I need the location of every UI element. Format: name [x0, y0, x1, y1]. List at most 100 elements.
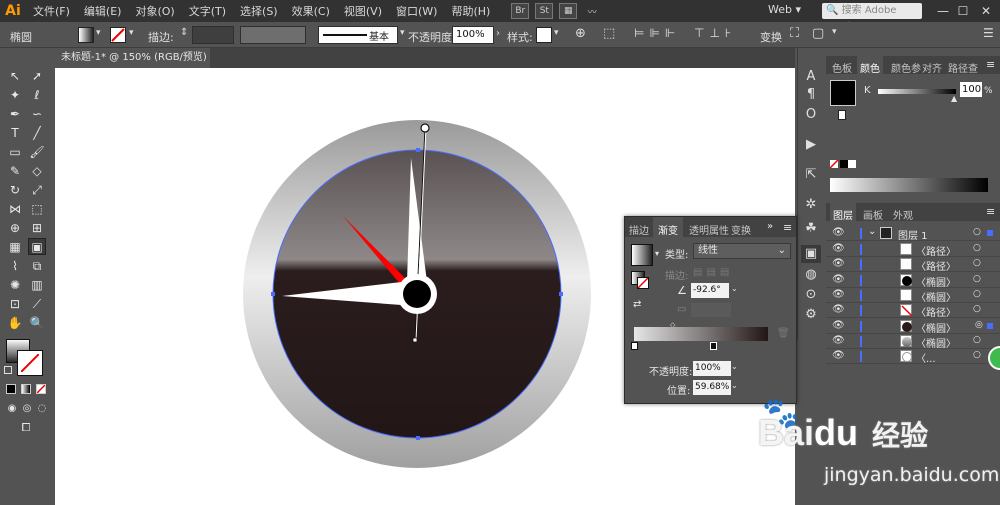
menu-item-5[interactable]: 效果(C)	[285, 3, 337, 19]
tab-artboards[interactable]: 画板	[863, 207, 883, 222]
reverse-gradient-icon[interactable]: ⇄	[633, 299, 641, 310]
target-icon[interactable]: ○	[973, 350, 981, 360]
chevron-down-icon[interactable]: ▾	[96, 28, 101, 38]
selection-indicator[interactable]	[987, 230, 993, 236]
character-panel-icon[interactable]: A	[801, 68, 821, 86]
visibility-eye-icon[interactable]: 👁	[832, 335, 845, 346]
panel-menu-icon[interactable]: ≡	[783, 221, 792, 234]
hand-tool-icon[interactable]: ✋	[6, 315, 24, 332]
chevron-down-icon[interactable]: ▾	[129, 28, 134, 38]
tab-swatches[interactable]: 色板	[832, 60, 852, 75]
line-tool-icon[interactable]: ╱	[28, 125, 46, 142]
transform-label[interactable]: 变换	[760, 29, 782, 45]
select-similar-icon[interactable]: ▢	[812, 26, 824, 41]
type-tool-icon[interactable]: T	[6, 125, 24, 142]
gradient-end-handle[interactable]	[412, 337, 418, 343]
draw-inside-icon[interactable]: ◌	[33, 400, 51, 417]
visibility-eye-icon[interactable]: 👁	[832, 289, 845, 300]
free-transform-tool-icon[interactable]: ⬚	[28, 201, 46, 218]
gpu-performance-icon[interactable]: 〰	[583, 3, 601, 19]
tab-appearance[interactable]: 外观	[893, 207, 913, 222]
color-mode-icon[interactable]	[6, 384, 16, 394]
selection-indicator[interactable]	[987, 322, 993, 329]
layer-row-parent[interactable]: 👁 ⌄ 图层 1 ○	[826, 226, 1000, 242]
panel-menu-icon[interactable]: ≡	[986, 205, 995, 218]
perspective-grid-tool-icon[interactable]: ⊞	[28, 220, 46, 237]
visibility-eye-icon[interactable]: 👁	[832, 350, 845, 361]
layer-row[interactable]: 👁 〈路径〉 ○	[826, 303, 1000, 319]
paragraph-panel-icon[interactable]: ¶	[801, 86, 821, 104]
visibility-eye-icon[interactable]: 👁	[832, 320, 845, 331]
trash-icon[interactable]: 🗑	[777, 328, 790, 339]
anchor-point-top[interactable]	[416, 148, 420, 152]
graphic-styles-icon[interactable]: ⚙	[801, 306, 821, 324]
gradient-slider[interactable]	[634, 327, 768, 341]
slider-thumb-icon[interactable]: ▲	[951, 94, 957, 103]
gradient-thumbnail[interactable]	[631, 244, 653, 266]
direct-selection-tool-icon[interactable]: ➚	[28, 68, 46, 85]
chevron-down-icon[interactable]: ⌄	[731, 284, 738, 293]
image-trace-icon[interactable]: ⊙	[801, 286, 821, 304]
gradient-panel-icon[interactable]: ▣	[801, 245, 821, 263]
stroke-weight-field[interactable]	[192, 26, 234, 44]
tab-transform[interactable]: 变换	[731, 222, 751, 237]
none-swatch[interactable]	[830, 160, 838, 168]
menu-item-4[interactable]: 选择(S)	[233, 3, 285, 19]
visibility-eye-icon[interactable]: 👁	[832, 258, 845, 269]
tab-transparency[interactable]: 透明	[689, 222, 709, 237]
tab-gradient[interactable]: 渐变	[653, 217, 683, 242]
lasso-tool-icon[interactable]: ℓ	[28, 87, 46, 104]
layer-row[interactable]: 👁 〈椭圆〉 ○	[826, 334, 1000, 350]
gradient-origin-handle[interactable]	[420, 123, 430, 133]
width-tool-icon[interactable]: ⋈	[6, 201, 24, 218]
menu-item-2[interactable]: 对象(O)	[128, 3, 181, 19]
tab-layers[interactable]: 图层	[830, 203, 856, 226]
opentype-panel-icon[interactable]: O	[801, 106, 821, 124]
align-horizontal-icons[interactable]: ⊨⊫⊩	[634, 26, 680, 40]
stock-icon[interactable]: St	[535, 3, 554, 19]
stroke-swatch[interactable]	[110, 27, 126, 43]
chevron-down-icon[interactable]: ▾	[400, 28, 405, 38]
menu-item-3[interactable]: 文字(T)	[182, 3, 233, 19]
menu-item-1[interactable]: 编辑(E)	[77, 3, 129, 19]
stock-search-input[interactable]: 🔍 搜索 Adobe Stock	[822, 3, 922, 32]
opacity-field[interactable]: 100%	[452, 26, 494, 44]
anchor-point-bottom[interactable]	[416, 436, 420, 440]
panel-menu-icon[interactable]: ☰	[983, 26, 994, 40]
menu-item-7[interactable]: 窗口(W)	[389, 3, 444, 19]
fill-swatch[interactable]	[78, 27, 94, 43]
tab-attributes[interactable]: 属性	[709, 222, 729, 237]
none-mode-icon[interactable]	[36, 384, 46, 394]
shape-builder-tool-icon[interactable]: ⊕	[6, 220, 24, 237]
visibility-eye-icon[interactable]: 👁	[832, 304, 845, 315]
minimize-button[interactable]: —	[935, 3, 951, 19]
pen-tool-icon[interactable]: ✒	[6, 106, 24, 123]
layer-row[interactable]: 👁 〈... ○	[826, 349, 1000, 365]
stop-location-field[interactable]: 59.68%	[693, 380, 731, 395]
target-icon[interactable]: ○	[973, 243, 981, 253]
symbols-panel-icon[interactable]: ☘	[801, 220, 821, 238]
arrange-documents-icon[interactable]: ▦	[559, 3, 578, 19]
variable-width-profile[interactable]	[240, 26, 306, 44]
actions-panel-icon[interactable]: ▶	[801, 136, 821, 154]
black-swatch[interactable]	[840, 160, 848, 168]
chevron-right-icon[interactable]: ›	[496, 28, 500, 39]
curvature-tool-icon[interactable]: ∽	[28, 106, 46, 123]
align-vertical-icons[interactable]: ⊤⊥⊦	[694, 26, 736, 40]
brushes-panel-icon[interactable]: ✲	[801, 196, 821, 214]
menu-item-0[interactable]: 文件(F)	[26, 3, 77, 19]
menu-item-6[interactable]: 视图(V)	[337, 3, 389, 19]
chevron-down-icon[interactable]: ⌄	[731, 362, 738, 371]
bridge-icon[interactable]: Br	[511, 3, 530, 19]
center-cap[interactable]	[403, 280, 431, 308]
tab-color[interactable]: 颜色	[857, 56, 883, 79]
isolate-icon[interactable]: ⛶	[790, 26, 799, 41]
color-stroke-box[interactable]	[838, 110, 846, 120]
gradient-tool-icon[interactable]: ▣	[28, 238, 46, 255]
chevron-down-icon[interactable]: ▾	[832, 27, 837, 37]
eraser-tool-icon[interactable]: ◇	[28, 163, 46, 180]
visibility-eye-icon[interactable]: 👁	[832, 243, 845, 254]
expand-icon[interactable]: »	[767, 221, 773, 232]
paintbrush-tool-icon[interactable]: 🖌	[28, 144, 46, 161]
tab-stroke[interactable]: 描边	[629, 222, 649, 237]
